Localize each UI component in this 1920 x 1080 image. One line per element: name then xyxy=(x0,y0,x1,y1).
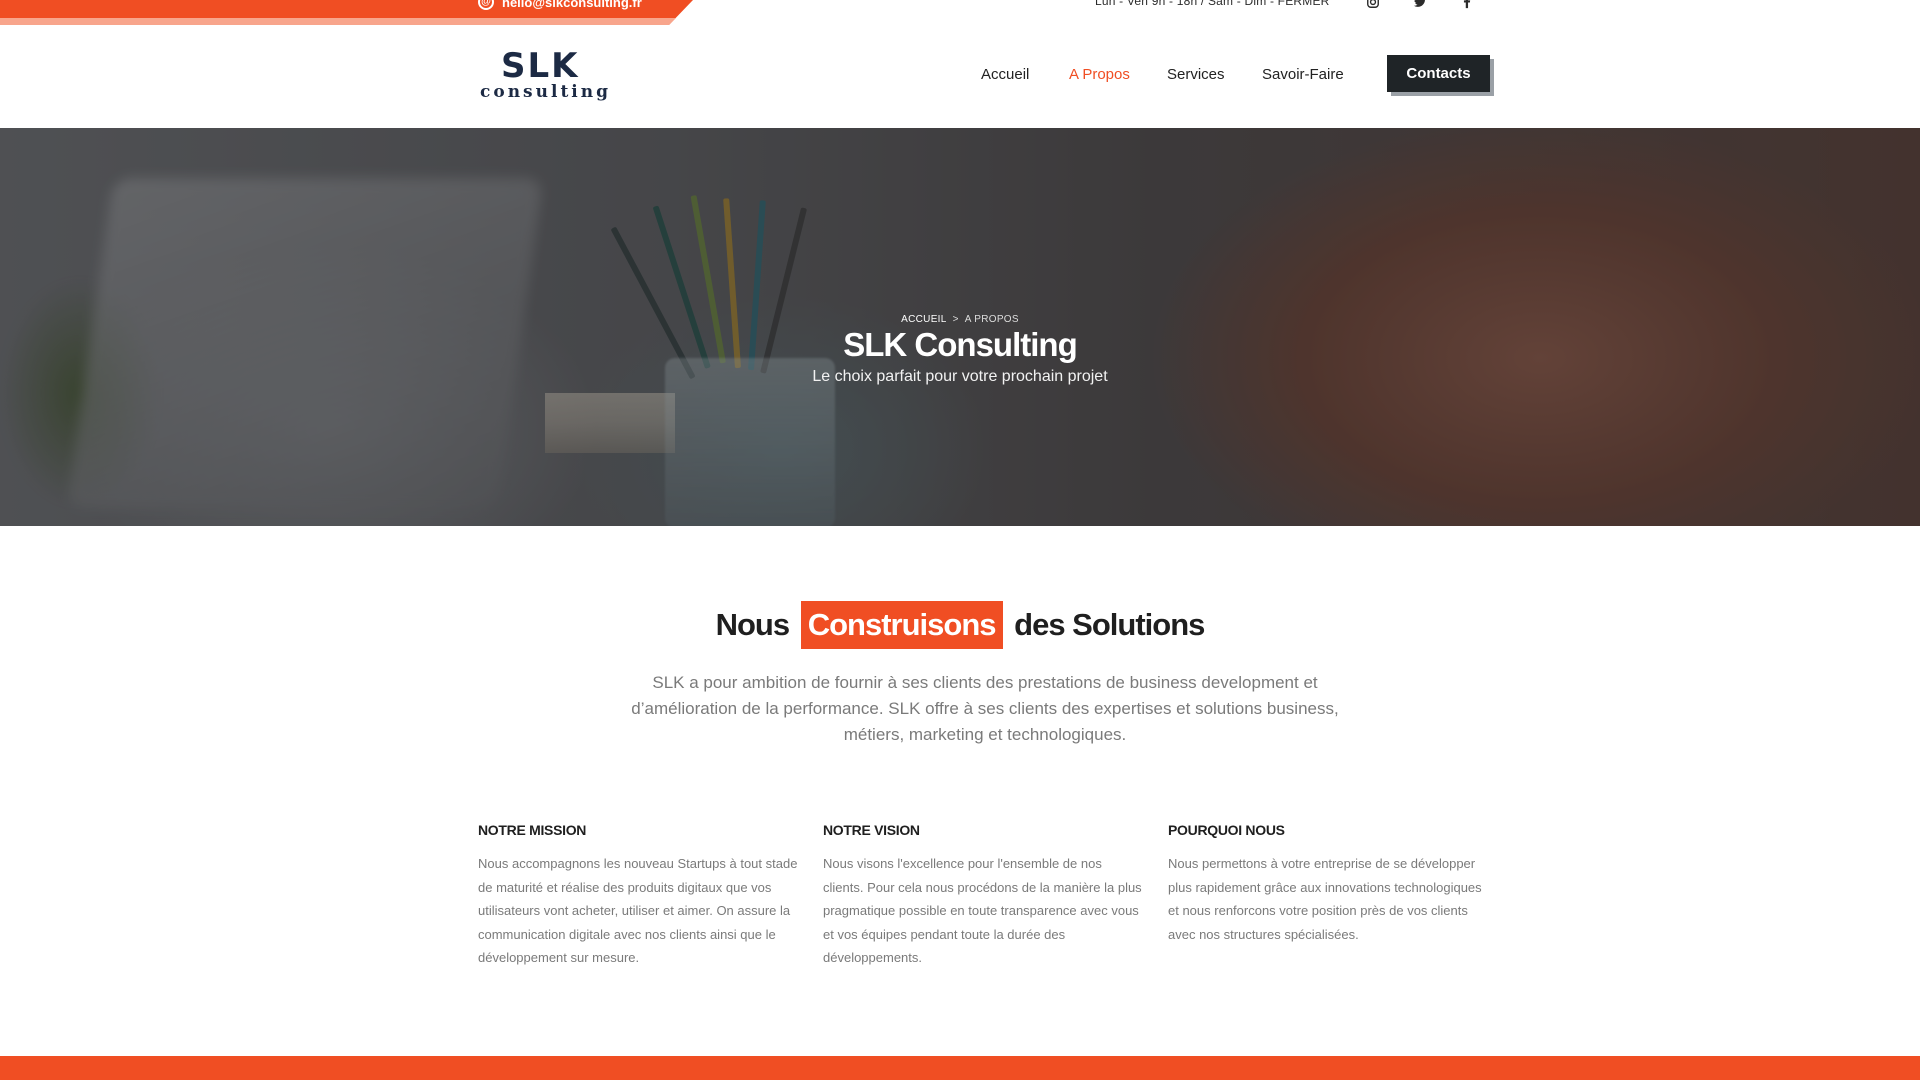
hero-banner: ACCUEIL > A PROPOS SLK Consulting Le choix… xyxy=(0,128,1920,526)
contacts-button[interactable]: Contacts xyxy=(1387,55,1490,92)
nav-item-a-propos[interactable]: A Propos xyxy=(1069,66,1130,83)
top-bar-accent-shadow xyxy=(0,18,676,25)
why-us-text: Nous permettons à votre entreprise de se… xyxy=(1168,856,1482,942)
section-title-after: des Solutions xyxy=(1014,607,1205,642)
twitter-icon[interactable] xyxy=(1412,0,1428,9)
mission-title: NOTRE MISSION xyxy=(478,822,587,838)
nav-item-savoir-faire[interactable]: Savoir-Faire xyxy=(1262,66,1344,83)
logo[interactable]: SLK consulting xyxy=(478,46,608,102)
logo-main-text: SLK xyxy=(501,46,580,86)
section-title-highlight: Construisons xyxy=(800,601,1003,649)
at-icon: @ xyxy=(478,0,494,10)
nav-item-services[interactable]: Services xyxy=(1167,66,1225,83)
nav-item-accueil[interactable]: Accueil xyxy=(981,66,1029,83)
opening-hours: Lun - Ven 9h - 18h / Sam - Dim - FERMER xyxy=(1095,0,1330,8)
logo-sub-text: consulting xyxy=(480,82,611,102)
why-us-column: POURQUOI NOUS Nous permettons à votre en… xyxy=(1168,822,1488,946)
breadcrumb: ACCUEIL > A PROPOS xyxy=(0,314,1920,325)
section-title: Nous Construisons des Solutions xyxy=(0,601,1920,649)
footer-accent-band xyxy=(0,1056,1920,1080)
page-subtitle: Le choix parfait pour votre prochain pro… xyxy=(812,368,1108,385)
why-us-title: POURQUOI NOUS xyxy=(1168,822,1285,838)
mission-text: Nous accompagnons les nouveau Startups à… xyxy=(478,856,798,965)
mission-column: NOTRE MISSION Nous accompagnons les nouv… xyxy=(478,822,798,970)
vision-text: Nous visons l'excellence pour l'ensemble… xyxy=(823,856,1142,965)
page-title: SLK Consulting xyxy=(843,326,1077,363)
email-link[interactable]: @ hello@slkconsulting.fr xyxy=(478,0,642,10)
breadcrumb-home[interactable]: ACCUEIL xyxy=(901,314,946,325)
vision-title: NOTRE VISION xyxy=(823,822,920,838)
vision-column: NOTRE VISION Nous visons l'excellence po… xyxy=(823,822,1143,970)
instagram-icon[interactable] xyxy=(1365,0,1381,9)
section-description: SLK a pour ambition de fournir à ses cli… xyxy=(631,673,1339,744)
facebook-icon[interactable] xyxy=(1459,0,1475,9)
site-header: SLK consulting Accueil A Propos Services… xyxy=(0,26,1920,128)
breadcrumb-separator: > xyxy=(952,314,959,325)
breadcrumb-current: A PROPOS xyxy=(964,314,1019,325)
section-title-before: Nous xyxy=(715,607,790,642)
top-bar: @ hello@slkconsulting.fr Lun - Ven 9h - … xyxy=(0,0,1920,26)
email-text: hello@slkconsulting.fr xyxy=(502,0,642,10)
